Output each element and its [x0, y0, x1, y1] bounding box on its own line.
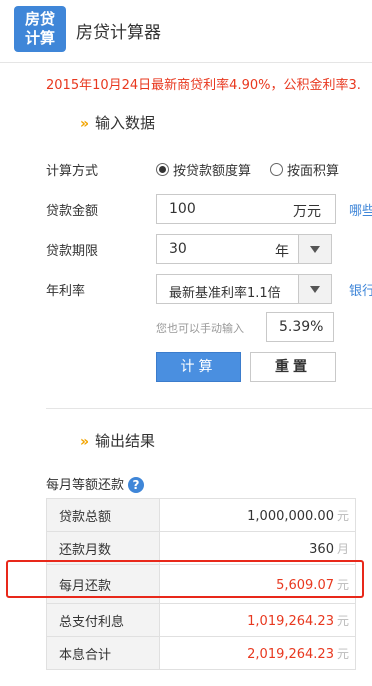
- manual-rate-hint: 您也可以手动输入: [156, 322, 244, 335]
- double-chevron-icon: »: [80, 434, 90, 450]
- repayment-method-text: 每月等额还款: [46, 478, 125, 493]
- result-label: 本息合计: [46, 636, 160, 670]
- rate-selected-value: 最新基准利率1.1倍: [169, 286, 281, 301]
- result-value-cell: 2,019,264.23 元: [159, 636, 356, 670]
- monthly-payment-highlight: [6, 560, 364, 598]
- calc-method-amount-radio[interactable]: 按贷款额度算: [156, 160, 251, 179]
- result-value: 360: [309, 541, 334, 557]
- table-row: 总支付利息 1,019,264.23 元: [46, 603, 356, 637]
- result-value-cell: 1,000,000.00 元: [159, 498, 356, 532]
- question-circle-icon[interactable]: ?: [128, 477, 145, 493]
- output-section-title: » 输出结果: [80, 430, 155, 451]
- result-value: 2,019,264.23: [247, 646, 334, 662]
- input-section-title-text: 输入数据: [95, 114, 156, 132]
- calc-method-area-label: 按面积算: [287, 164, 340, 179]
- loan-amount-input[interactable]: 100 万元: [156, 194, 336, 224]
- double-chevron-icon: »: [80, 116, 90, 132]
- output-section-title-text: 输出结果: [95, 432, 156, 450]
- chevron-down-icon[interactable]: [298, 235, 331, 263]
- loan-term-unit: 年: [275, 244, 289, 260]
- rate-notice: 2015年10月24日最新商贷利率4.90%，公积金利率3.: [46, 78, 361, 93]
- result-unit: 元: [336, 646, 349, 661]
- loan-amount-help-link[interactable]: 哪些: [349, 200, 372, 219]
- calc-method-amount-label: 按贷款额度算: [173, 164, 252, 179]
- result-value: 1,000,000.00: [247, 508, 334, 524]
- reset-button[interactable]: 重置: [250, 352, 336, 382]
- input-section-title: » 输入数据: [80, 112, 155, 133]
- loan-amount-unit: 万元: [293, 204, 321, 220]
- app-logo: 房贷 计算: [14, 6, 66, 52]
- result-label: 总支付利息: [46, 603, 160, 637]
- result-value: 1,019,264.23: [247, 613, 334, 629]
- result-unit: 元: [336, 613, 349, 628]
- loan-term-value: 30: [169, 241, 187, 257]
- manual-rate-value: 5.39%: [279, 319, 324, 335]
- manual-rate-input[interactable]: 5.39%: [266, 312, 334, 342]
- radio-unselected-icon: [270, 163, 283, 176]
- chevron-down-icon[interactable]: [298, 275, 331, 303]
- table-row: 本息合计 2,019,264.23 元: [46, 636, 356, 670]
- loan-term-select[interactable]: 30 年: [156, 234, 332, 264]
- result-unit: 元: [336, 508, 349, 523]
- section-divider: [46, 408, 372, 409]
- result-unit: 月: [336, 541, 349, 556]
- repayment-method-label: 每月等额还款?: [46, 474, 145, 493]
- logo-line-1: 房贷: [24, 10, 55, 28]
- result-label: 贷款总额: [46, 498, 160, 532]
- page-title: 房贷计算器: [76, 23, 161, 43]
- calc-method-label: 计算方式: [46, 164, 99, 179]
- rate-label: 年利率: [46, 284, 86, 299]
- loan-amount-value: 100: [169, 201, 196, 217]
- loan-term-label: 贷款期限: [46, 244, 99, 259]
- bank-rate-link[interactable]: 银行: [349, 280, 372, 299]
- logo-line-2: 计算: [24, 29, 55, 47]
- loan-amount-label: 贷款金额: [46, 204, 99, 219]
- rate-select[interactable]: 最新基准利率1.1倍: [156, 274, 332, 304]
- radio-selected-icon: [156, 163, 169, 176]
- calculate-button[interactable]: 计算: [156, 352, 241, 382]
- result-value-cell: 1,019,264.23 元: [159, 603, 356, 637]
- calc-method-area-radio[interactable]: 按面积算: [270, 160, 339, 179]
- table-row: 贷款总额 1,000,000.00 元: [46, 498, 356, 532]
